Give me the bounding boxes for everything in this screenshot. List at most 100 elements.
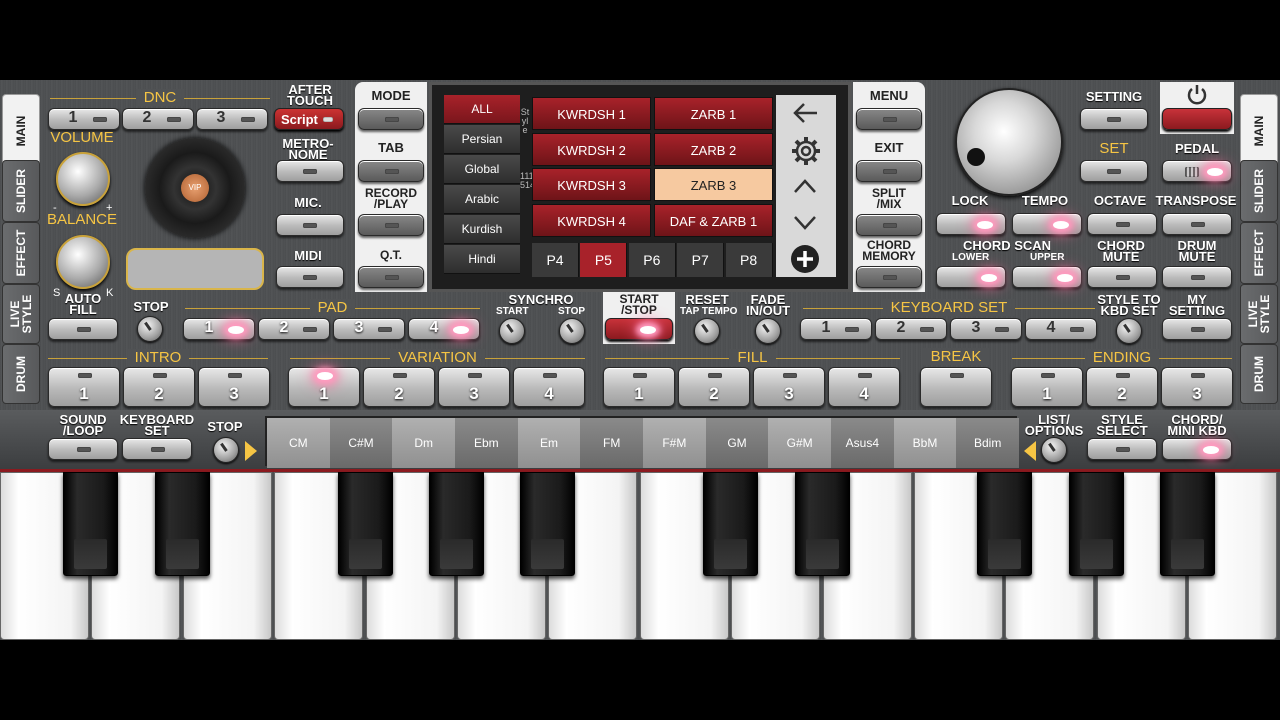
keyboard-set-button-3[interactable]: 3 xyxy=(950,318,1022,340)
chord-button[interactable]: CM xyxy=(267,418,330,468)
right-tab-effect[interactable]: EFFECT xyxy=(1240,222,1278,284)
keyboard-set-button-1[interactable]: 1 xyxy=(800,318,872,340)
black-key[interactable] xyxy=(429,472,484,576)
main-dial[interactable] xyxy=(955,88,1063,196)
right-tab-drum[interactable]: DRUM xyxy=(1240,344,1278,404)
lock-button[interactable] xyxy=(936,213,1006,235)
menu-button[interactable] xyxy=(856,108,922,130)
after-touch-button[interactable]: Script xyxy=(274,108,344,130)
stop2-knob[interactable] xyxy=(213,437,239,463)
page-tab[interactable]: P4 xyxy=(532,243,579,277)
dnc-button-1[interactable]: 1 xyxy=(48,108,120,130)
right-tab-main[interactable]: MAIN xyxy=(1240,94,1278,168)
variation-button-4[interactable]: 4 xyxy=(513,367,585,407)
dnc-button-3[interactable]: 3 xyxy=(196,108,268,130)
style-item[interactable]: KWRDSH 2 xyxy=(532,132,651,166)
variation-button-2[interactable]: 2 xyxy=(363,367,435,407)
category-item[interactable]: Hindi xyxy=(444,245,520,274)
ending-button-3[interactable]: 3 xyxy=(1161,367,1233,407)
tempo-button[interactable] xyxy=(1012,213,1082,235)
chord-scan-lower-button[interactable] xyxy=(936,266,1006,288)
chord-button[interactable]: BbM xyxy=(893,418,957,468)
chord-button[interactable]: G#M xyxy=(768,418,831,468)
chord-button[interactable]: F#M xyxy=(643,418,706,468)
black-key[interactable] xyxy=(520,472,576,576)
pad-button-3[interactable]: 3 xyxy=(333,318,405,340)
style-item[interactable]: KWRDSH 4 xyxy=(532,203,651,237)
style-item[interactable]: ZARB 2 xyxy=(654,132,773,166)
mic-button[interactable] xyxy=(276,214,344,236)
page-tab[interactable]: P7 xyxy=(677,243,725,277)
fade-knob[interactable] xyxy=(755,318,781,344)
octave-button[interactable] xyxy=(1087,213,1157,235)
keyboard-set-button-2[interactable]: 2 xyxy=(875,318,947,340)
pad-button-4[interactable]: 4 xyxy=(408,318,480,340)
fill-button-1[interactable]: 1 xyxy=(603,367,675,407)
chord-memory-button[interactable] xyxy=(856,266,922,288)
chord-button[interactable]: Em xyxy=(517,418,581,468)
synchro-start-knob[interactable] xyxy=(499,318,525,344)
volume-knob[interactable] xyxy=(56,152,110,206)
black-key[interactable] xyxy=(794,472,850,576)
chord-button[interactable]: FM xyxy=(580,418,643,468)
start-stop-button[interactable] xyxy=(605,318,673,340)
chord-mini-kbd-button[interactable] xyxy=(1162,438,1232,460)
black-key[interactable] xyxy=(1068,472,1124,576)
metronome-button[interactable] xyxy=(276,160,344,182)
keyboard-set2-button[interactable] xyxy=(122,438,192,460)
left-tab-live-style[interactable]: LIVE STYLE xyxy=(2,284,40,344)
left-tab-effect[interactable]: EFFECT xyxy=(2,222,40,284)
right-tab-live-style[interactable]: LIVE STYLE xyxy=(1240,284,1278,344)
black-key[interactable] xyxy=(337,472,393,576)
category-item[interactable]: Kurdish xyxy=(444,215,520,244)
balance-knob[interactable] xyxy=(56,235,110,289)
pad-button-1[interactable]: 1 xyxy=(183,318,255,340)
my-setting-button[interactable] xyxy=(1162,318,1232,340)
style-item[interactable]: ZARB 3 xyxy=(654,168,773,201)
left-tab-main[interactable]: MAIN xyxy=(2,94,40,168)
exit-button[interactable] xyxy=(856,160,922,182)
setting-button[interactable] xyxy=(1080,108,1148,130)
set-button[interactable] xyxy=(1080,160,1148,182)
page-tab[interactable]: P6 xyxy=(628,243,676,277)
left-tab-slider[interactable]: SLIDER xyxy=(2,160,40,222)
pad-stop-knob[interactable] xyxy=(137,316,163,342)
intro-button-2[interactable]: 2 xyxy=(123,367,195,407)
black-key[interactable] xyxy=(703,472,759,576)
vinyl-disc[interactable]: VIP xyxy=(145,138,245,238)
qt-button[interactable] xyxy=(358,266,424,288)
split-mix-button[interactable] xyxy=(856,214,922,236)
black-key[interactable] xyxy=(154,472,210,576)
chord-button[interactable]: Bdim xyxy=(956,418,1019,468)
category-item[interactable]: Arabic xyxy=(444,185,520,214)
right-tab-slider[interactable]: SLIDER xyxy=(1240,160,1278,222)
dnc-button-2[interactable]: 2 xyxy=(122,108,194,130)
chevron-up-icon[interactable] xyxy=(793,178,817,194)
style-item[interactable]: KWRDSH 3 xyxy=(532,168,651,201)
chevron-down-icon[interactable] xyxy=(793,214,817,230)
pad-button-2[interactable]: 2 xyxy=(258,318,330,340)
chord-button[interactable]: Asus4 xyxy=(831,418,894,468)
intro-button-1[interactable]: 1 xyxy=(48,367,120,407)
chord-mute-button[interactable] xyxy=(1087,266,1157,288)
black-key[interactable] xyxy=(1160,472,1216,576)
chord-button[interactable]: Ebm xyxy=(455,418,518,468)
category-item[interactable]: ALL xyxy=(444,95,520,124)
category-item[interactable]: Persian xyxy=(444,125,520,154)
list-options-knob[interactable] xyxy=(1041,437,1067,463)
ending-button-2[interactable]: 2 xyxy=(1086,367,1158,407)
reset-knob[interactable] xyxy=(694,318,720,344)
record-play-button[interactable] xyxy=(358,214,424,236)
variation-button-3[interactable]: 3 xyxy=(438,367,510,407)
fill-button-2[interactable]: 2 xyxy=(678,367,750,407)
keyboard-set-button-4[interactable]: 4 xyxy=(1025,318,1097,340)
pedal-button[interactable] xyxy=(1162,160,1232,182)
auto-fill-button[interactable] xyxy=(48,318,118,340)
chord-button[interactable]: C#M xyxy=(329,418,393,468)
style-select-button[interactable] xyxy=(1087,438,1157,460)
chord-button[interactable]: GM xyxy=(705,418,769,468)
drum-mute-button[interactable] xyxy=(1162,266,1232,288)
fill-button-4[interactable]: 4 xyxy=(828,367,900,407)
page-tab[interactable]: P8 xyxy=(725,243,773,277)
style-to-kbd-knob[interactable] xyxy=(1116,318,1142,344)
